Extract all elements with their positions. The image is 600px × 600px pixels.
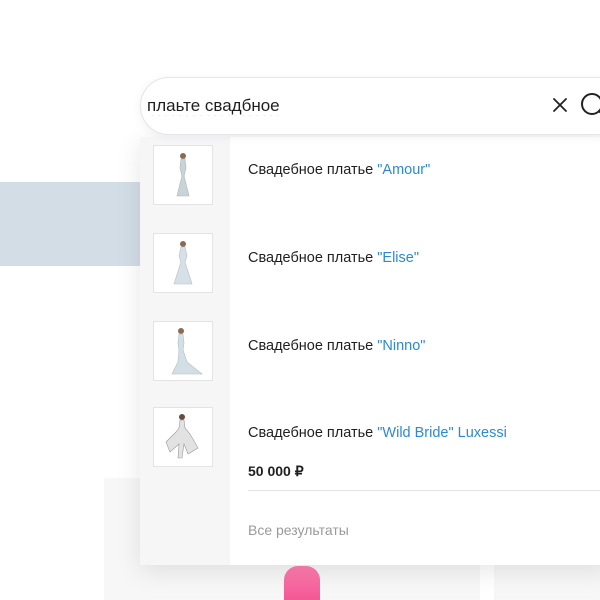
page: Свадебное платье "Amour" Свадебное плать… — [0, 0, 600, 600]
result-title: Свадебное платье "Elise" — [248, 250, 419, 266]
all-results-link[interactable]: Все результаты — [248, 522, 349, 538]
search-input[interactable] — [147, 90, 537, 122]
divider — [248, 490, 600, 491]
background-banner — [0, 182, 160, 266]
search-suggestions-dropdown: Свадебное платье "Amour" Свадебное плать… — [140, 137, 600, 565]
dress-thumbnail — [153, 145, 213, 205]
search-icon[interactable] — [579, 91, 600, 121]
result-title: Свадебное платье "Ninno" — [248, 338, 426, 354]
search-result-item[interactable]: Свадебное платье "Elise" — [140, 225, 600, 305]
dress-thumbnail — [153, 321, 213, 381]
search-result-item[interactable]: Свадебное платье "Amour" — [140, 137, 600, 217]
dress-thumbnail — [153, 233, 213, 293]
result-title: Свадебное платье "Wild Bride" Luxessi — [248, 425, 507, 441]
dress-thumbnail — [153, 407, 213, 467]
result-title: Свадебное платье "Amour" — [248, 162, 431, 178]
result-price: 50 000 ₽ — [248, 463, 304, 479]
search-result-item[interactable]: Свадебное платье "Ninno" — [140, 313, 600, 393]
close-icon[interactable] — [549, 94, 571, 116]
search-result-item[interactable]: Свадебное платье "Wild Bride" Luxessi 50… — [140, 401, 600, 491]
search-bar — [140, 77, 600, 135]
background-product-image — [284, 566, 320, 600]
